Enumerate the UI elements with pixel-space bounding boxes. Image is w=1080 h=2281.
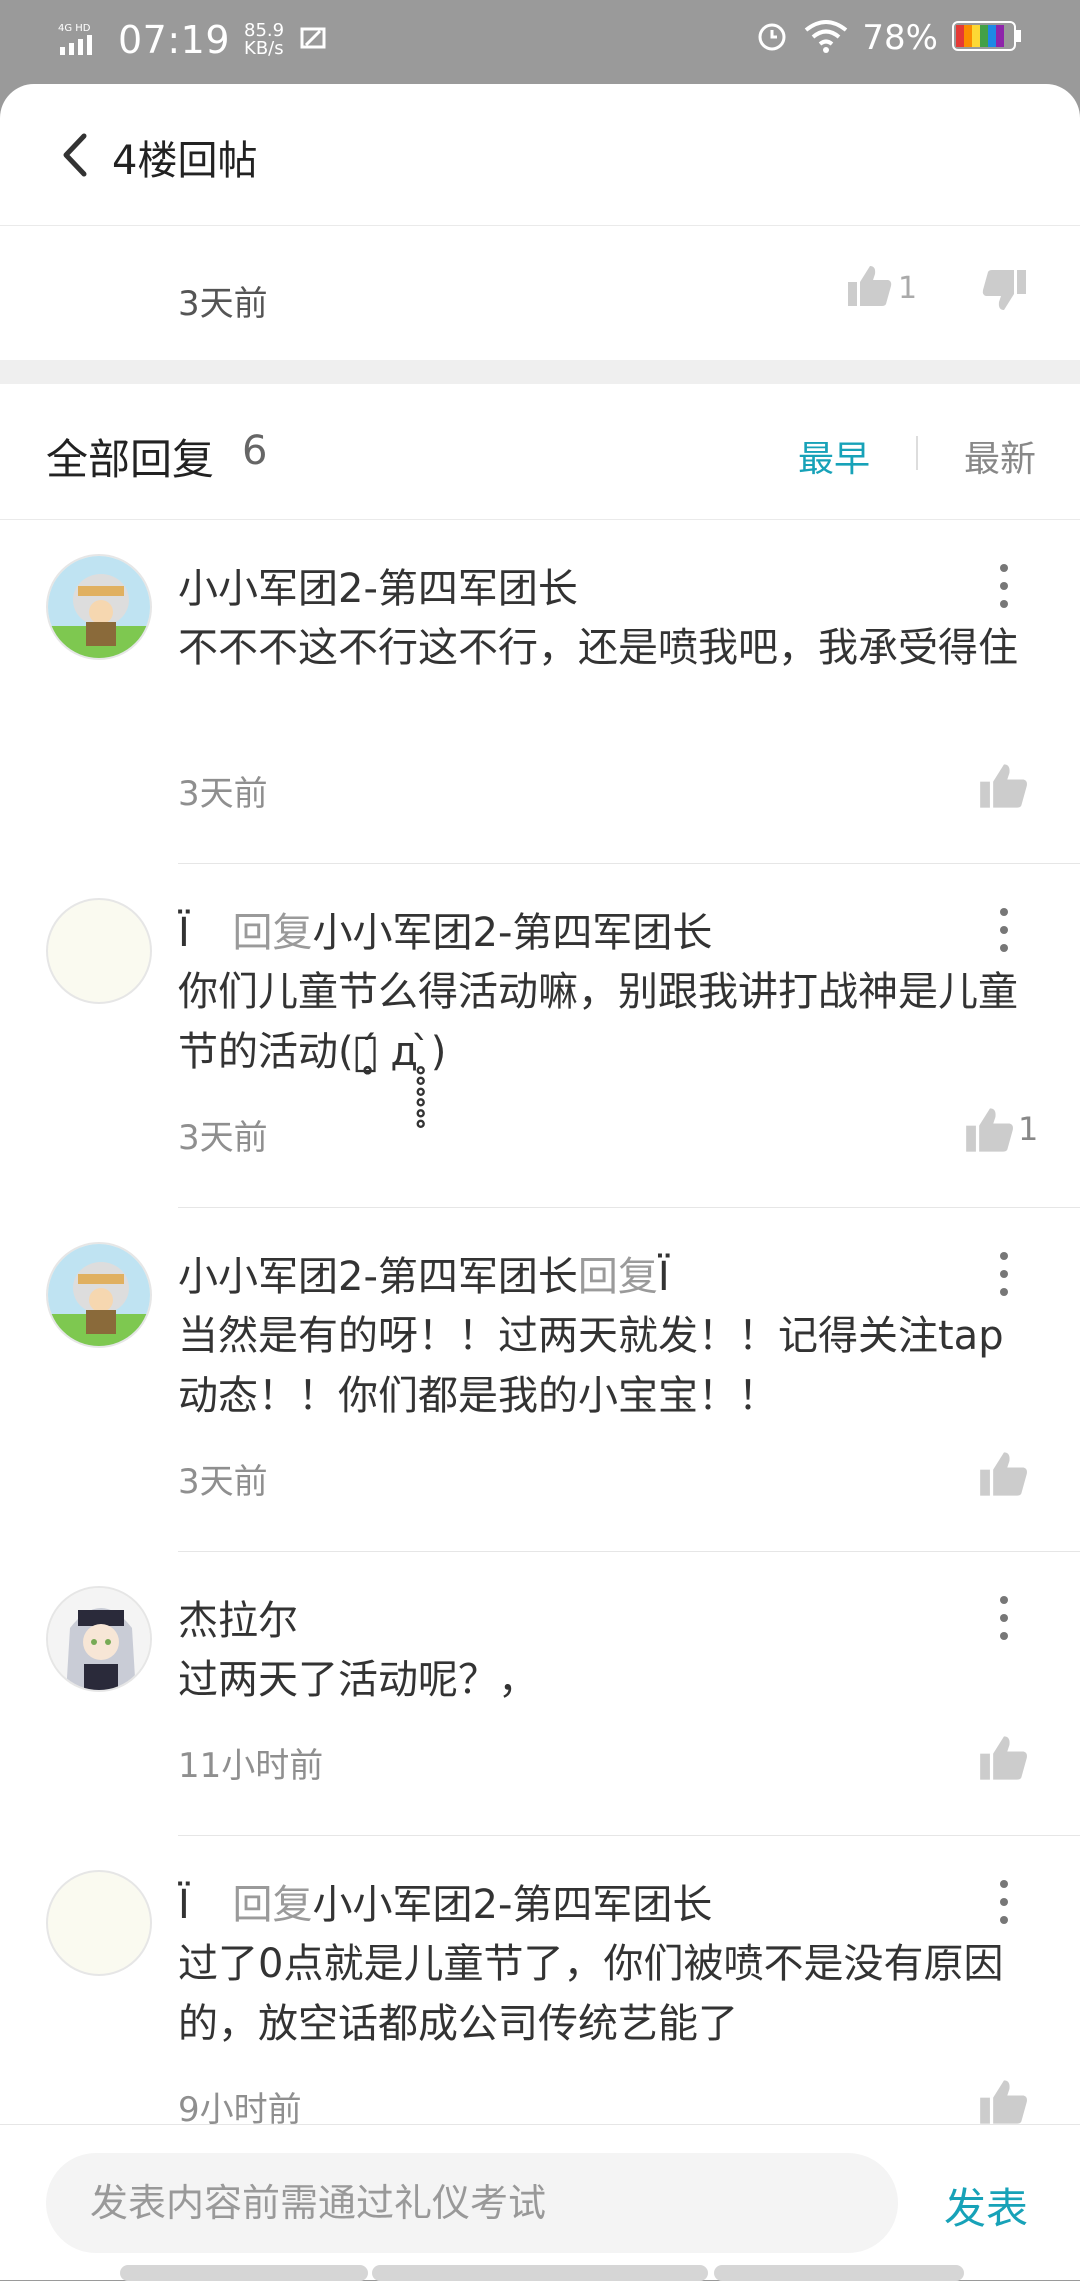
reply-time: 3天前: [178, 1118, 268, 1158]
reply-word: 回复: [577, 1254, 658, 1300]
network-label: 4G HD: [58, 23, 91, 34]
reply-item: 杰拉尔 过两天了活动呢？， 11小时前: [0, 1552, 1080, 1836]
page-title: 4楼回帖: [112, 138, 258, 184]
post-meta-row: 3天前 1: [0, 226, 1080, 361]
network-speed: 85.9 KB/s: [244, 22, 284, 58]
signal-icon: 4G HD: [58, 21, 104, 59]
reply-author[interactable]: 小小军团2-第四军团长: [178, 556, 578, 614]
reply-time: 3天前: [178, 1462, 268, 1502]
replies-header: 全部回复 6 最早 最新: [0, 384, 1080, 520]
network-speed-unit: KB/s: [244, 38, 284, 59]
post-like-count: 1: [898, 271, 918, 306]
thumbs-up-icon[interactable]: [964, 1104, 1016, 1156]
avatar[interactable]: [46, 1242, 152, 1348]
sort-latest-tab[interactable]: 最新: [964, 430, 1036, 482]
reply-text: 当然是有的呀！！过两天就发！！记得关注tap动态！！你们都是我的小宝宝！！: [178, 1313, 1004, 1419]
reply-time: 3天前: [178, 774, 268, 814]
reply-author-line: Ï 回复小小军团2-第四军团长: [178, 900, 712, 958]
nav-bar-segment: [120, 2265, 368, 2281]
reply-target[interactable]: Ï: [658, 1254, 670, 1300]
reply-text: 过两天了活动呢？，: [178, 1657, 538, 1703]
reply-item: 小小军团2-第四军团长 不不不这不行这不行，还是喷我吧，我承受得住 3天前: [0, 520, 1080, 864]
back-icon[interactable]: [56, 130, 96, 180]
avatar[interactable]: [46, 1870, 152, 1976]
reply-sheet: 4楼回帖 3天前 1 全部回复 6 最早 最新 小小军团2-第四军团长 不不不这…: [0, 84, 1080, 2280]
nav-bar-segment: [714, 2265, 964, 2281]
thumbs-up-icon[interactable]: [978, 1448, 1030, 1500]
sort-separator: [916, 436, 918, 470]
reply-target[interactable]: 小小军团2-第四军团长: [313, 1882, 713, 1928]
wifi-icon: [804, 18, 848, 58]
alarm-icon: [754, 18, 790, 58]
reply-time: 11小时前: [178, 1746, 324, 1786]
reply-author-line: 小小军团2-第四军团长回复Ï: [178, 1244, 670, 1302]
top-bar: 4楼回帖: [0, 84, 1080, 226]
reply-target[interactable]: 小小军团2-第四军团长: [313, 910, 713, 956]
reply-word: 回复: [232, 1882, 313, 1928]
avatar[interactable]: [46, 554, 152, 660]
reply-word: 回复: [232, 910, 313, 956]
thumbs-down-icon[interactable]: [980, 266, 1028, 318]
reply-author-line: Ï 回复小小军团2-第四军团长: [178, 1872, 712, 1930]
reply-author[interactable]: Ï: [178, 910, 190, 956]
more-icon[interactable]: [990, 558, 1018, 614]
thumbs-up-icon[interactable]: [846, 262, 894, 314]
reply-author[interactable]: 杰拉尔: [178, 1588, 298, 1646]
sort-earliest-tab[interactable]: 最早: [798, 430, 870, 482]
clock: 07:19: [118, 18, 231, 62]
more-icon[interactable]: [990, 1590, 1018, 1646]
thumbs-up-icon[interactable]: [978, 2076, 1030, 2128]
reply-item: 小小军团2-第四军团长回复Ï 当然是有的呀！！过两天就发！！记得关注tap动态！…: [0, 1208, 1080, 1552]
more-icon[interactable]: [990, 1874, 1018, 1930]
battery-percent: 78%: [862, 18, 938, 58]
reply-text: 过了0点就是儿童节了，你们被喷不是没有原因的，放空话都成公司传统艺能了: [178, 1941, 1004, 2047]
nav-bar-segment: [372, 2265, 708, 2281]
battery-icon: [952, 20, 1022, 56]
avatar[interactable]: [46, 1586, 152, 1692]
composer-bar: 发表: [0, 2124, 1080, 2281]
more-icon[interactable]: [990, 902, 1018, 958]
reply-author[interactable]: Ï: [178, 1882, 190, 1928]
reply-text: 不不不这不行这不行，还是喷我吧，我承受得住: [178, 625, 1018, 671]
avatar[interactable]: [46, 898, 152, 1004]
reply-author[interactable]: 小小军团2-第四军团长: [178, 1254, 578, 1300]
reply-like-count: 1: [1018, 1110, 1039, 1148]
more-icon[interactable]: [990, 1246, 1018, 1302]
reply-item: Ï 回复小小军团2-第四军团长 你们儿童节么得活动嘛，别跟我讲打战神是儿童节的活…: [0, 864, 1080, 1208]
post-time: 3天前: [178, 284, 268, 324]
section-divider: [0, 360, 1080, 384]
thumbs-up-icon[interactable]: [978, 1732, 1030, 1784]
replies-label: 全部回复: [46, 435, 215, 484]
thumbs-up-icon[interactable]: [978, 760, 1030, 812]
post-button[interactable]: 发表: [944, 2175, 1028, 2236]
replies-count: 6: [242, 428, 268, 474]
comment-input[interactable]: [46, 2153, 898, 2253]
reply-text: 你们儿童节么得活动嘛，别跟我讲打战神是儿童节的活动(ﾟ̥̥̥̥̥̥́ д ̥̥̥…: [178, 969, 1018, 1075]
status-bar: 4G HD 07:19 85.9 KB/s 78%: [0, 0, 1080, 84]
screenshot-icon: [298, 23, 328, 57]
